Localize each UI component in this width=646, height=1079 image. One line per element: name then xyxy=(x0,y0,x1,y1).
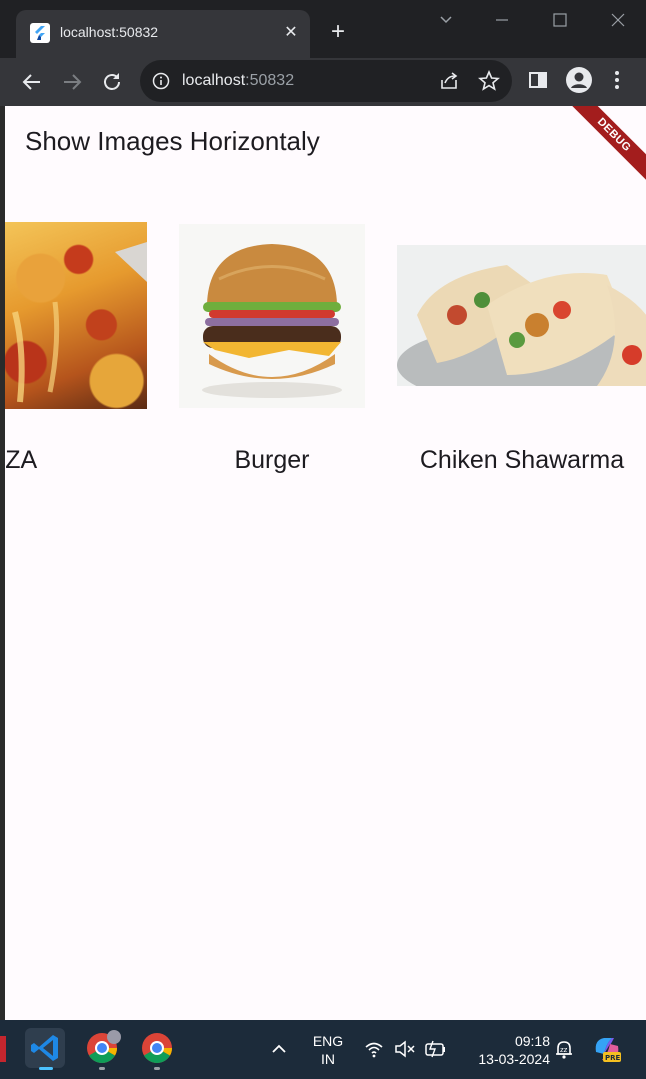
wifi-icon[interactable] xyxy=(364,1040,384,1063)
app-viewport: Show Images Horizontaly DEBUG IZZA xyxy=(5,106,646,1020)
copilot-icon[interactable]: PRE xyxy=(592,1034,622,1069)
language-code: ENG xyxy=(312,1033,344,1049)
debug-banner: DEBUG xyxy=(565,106,646,184)
page-title: Show Images Horizontaly xyxy=(25,126,320,156)
shawarma-image xyxy=(397,245,646,386)
region-code: IN xyxy=(321,1051,335,1067)
windows-taskbar: ENG IN 09:18 13-03-2024 zz PRE xyxy=(0,1020,646,1079)
url-host: localhost xyxy=(182,72,246,89)
food-label-shawarma: Chiken Shawarma xyxy=(419,446,625,474)
minimize-window-icon[interactable] xyxy=(486,8,518,32)
running-indicator xyxy=(99,1067,105,1070)
food-label-burger: Burger xyxy=(234,446,310,474)
tab-close-icon[interactable]: ✕ xyxy=(280,22,302,44)
svg-text:zz: zz xyxy=(560,1046,568,1054)
browser-menu-icon[interactable] xyxy=(612,70,622,95)
url-text: localhost:50832 xyxy=(182,72,294,90)
language-indicator[interactable]: ENG IN xyxy=(308,1032,348,1068)
share-icon[interactable] xyxy=(438,70,460,97)
food-label-pizza: IZZA xyxy=(5,446,38,474)
active-indicator xyxy=(39,1067,53,1070)
tab-title: localhost:50832 xyxy=(60,24,159,40)
clock-date: 13-03-2024 xyxy=(478,1051,550,1067)
taskbar-chrome-profile[interactable] xyxy=(82,1028,122,1070)
maximize-window-icon[interactable] xyxy=(544,8,576,32)
partial-app-icon[interactable] xyxy=(0,1036,6,1062)
bookmark-star-icon[interactable] xyxy=(478,69,500,97)
site-info-icon[interactable] xyxy=(152,72,170,95)
address-bar[interactable]: localhost:50832 xyxy=(140,60,512,102)
browser-tabstrip: localhost:50832 ✕ + xyxy=(0,0,646,58)
reload-icon[interactable] xyxy=(100,70,124,94)
tab-search-icon[interactable] xyxy=(430,8,462,32)
profile-avatar-icon[interactable] xyxy=(566,67,592,98)
burger-image xyxy=(179,224,365,408)
url-port: :50832 xyxy=(245,72,295,89)
notification-bell-icon[interactable]: zz xyxy=(553,1038,575,1065)
browser-tab-localhost[interactable]: localhost:50832 ✕ xyxy=(16,10,310,58)
vscode-icon xyxy=(31,1035,58,1061)
back-arrow-icon[interactable] xyxy=(20,70,44,94)
taskbar-vscode[interactable] xyxy=(25,1028,65,1070)
taskbar-chrome[interactable] xyxy=(137,1028,177,1070)
new-tab-button[interactable]: + xyxy=(326,20,350,44)
pizza-image xyxy=(5,222,147,409)
close-window-icon[interactable] xyxy=(602,8,634,32)
show-hidden-icons-chevron-icon[interactable] xyxy=(270,1040,288,1063)
svg-text:PRE: PRE xyxy=(605,1054,621,1062)
running-indicator xyxy=(154,1067,160,1070)
clock-time: 09:18 xyxy=(514,1033,550,1049)
forward-arrow-icon[interactable] xyxy=(60,70,84,94)
flutter-favicon-icon xyxy=(30,23,50,43)
clock[interactable]: 09:18 13-03-2024 xyxy=(460,1032,550,1068)
battery-charging-icon[interactable] xyxy=(424,1040,448,1063)
chrome-icon xyxy=(142,1033,172,1064)
chrome-icon xyxy=(87,1030,121,1064)
volume-muted-icon[interactable] xyxy=(394,1040,416,1063)
side-panel-icon[interactable] xyxy=(528,70,548,95)
